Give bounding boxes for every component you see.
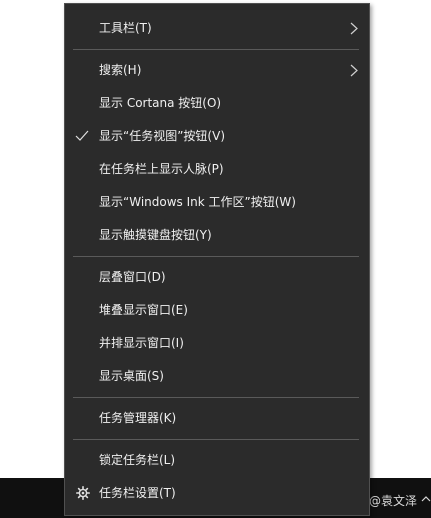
menu-item-search[interactable]: 搜索(H) [65,54,369,87]
menu-separator [73,256,359,257]
menu-item-label: 层叠窗口(D) [99,270,166,284]
menu-item-label: 搜索(H) [99,63,142,77]
menu-item-label: 显示 Cortana 按钮(O) [99,96,222,110]
menu-item-label: 并排显示窗口(I) [99,336,184,350]
menu-item-show-desktop[interactable]: 显示桌面(S) [65,360,369,393]
menu-item-label: 显示触摸键盘按钮(Y) [99,228,212,242]
taskbar-context-menu: 工具栏(T) 搜索(H) 显示 Cortana 按钮(O) 显示“任务视图”按钮… [64,3,370,516]
menu-item-show-task-view-button[interactable]: 显示“任务视图”按钮(V) [65,120,369,153]
checkmark-icon [75,130,89,141]
menu-item-label: 任务管理器(K) [99,411,177,425]
menu-item-label: 显示“任务视图”按钮(V) [99,129,226,143]
menu-item-label: 堆叠显示窗口(E) [99,303,188,317]
menu-item-show-people[interactable]: 在任务栏上显示人脉(P) [65,153,369,186]
chevron-right-icon [350,64,358,77]
chevron-right-icon [350,22,358,35]
menu-item-show-touch-keyboard-button[interactable]: 显示触摸键盘按钮(Y) [65,219,369,252]
menu-item-task-manager[interactable]: 任务管理器(K) [65,402,369,435]
menu-item-taskbar-settings[interactable]: 任务栏设置(T) [65,477,369,510]
menu-item-label: 在任务栏上显示人脉(P) [99,162,224,176]
menu-separator [73,397,359,398]
gear-icon [76,486,90,500]
menu-separator [73,49,359,50]
menu-item-show-cortana-button[interactable]: 显示 Cortana 按钮(O) [65,87,369,120]
menu-item-toolbars[interactable]: 工具栏(T) [65,12,369,45]
menu-separator [73,439,359,440]
menu-item-cascade-windows[interactable]: 层叠窗口(D) [65,261,369,294]
menu-item-label: 任务栏设置(T) [99,486,176,500]
menu-item-show-windows-ink-button[interactable]: 显示“Windows Ink 工作区”按钮(W) [65,186,369,219]
menu-item-label: 锁定任务栏(L) [99,453,176,467]
menu-item-label: 显示“Windows Ink 工作区”按钮(W) [99,195,296,209]
menu-item-side-by-side-windows[interactable]: 并排显示窗口(I) [65,327,369,360]
chevron-up-icon[interactable] [421,494,431,504]
menu-item-lock-taskbar[interactable]: 锁定任务栏(L) [65,444,369,477]
menu-item-stack-windows[interactable]: 堆叠显示窗口(E) [65,294,369,327]
menu-item-label: 显示桌面(S) [99,369,164,383]
menu-item-label: 工具栏(T) [99,21,152,35]
